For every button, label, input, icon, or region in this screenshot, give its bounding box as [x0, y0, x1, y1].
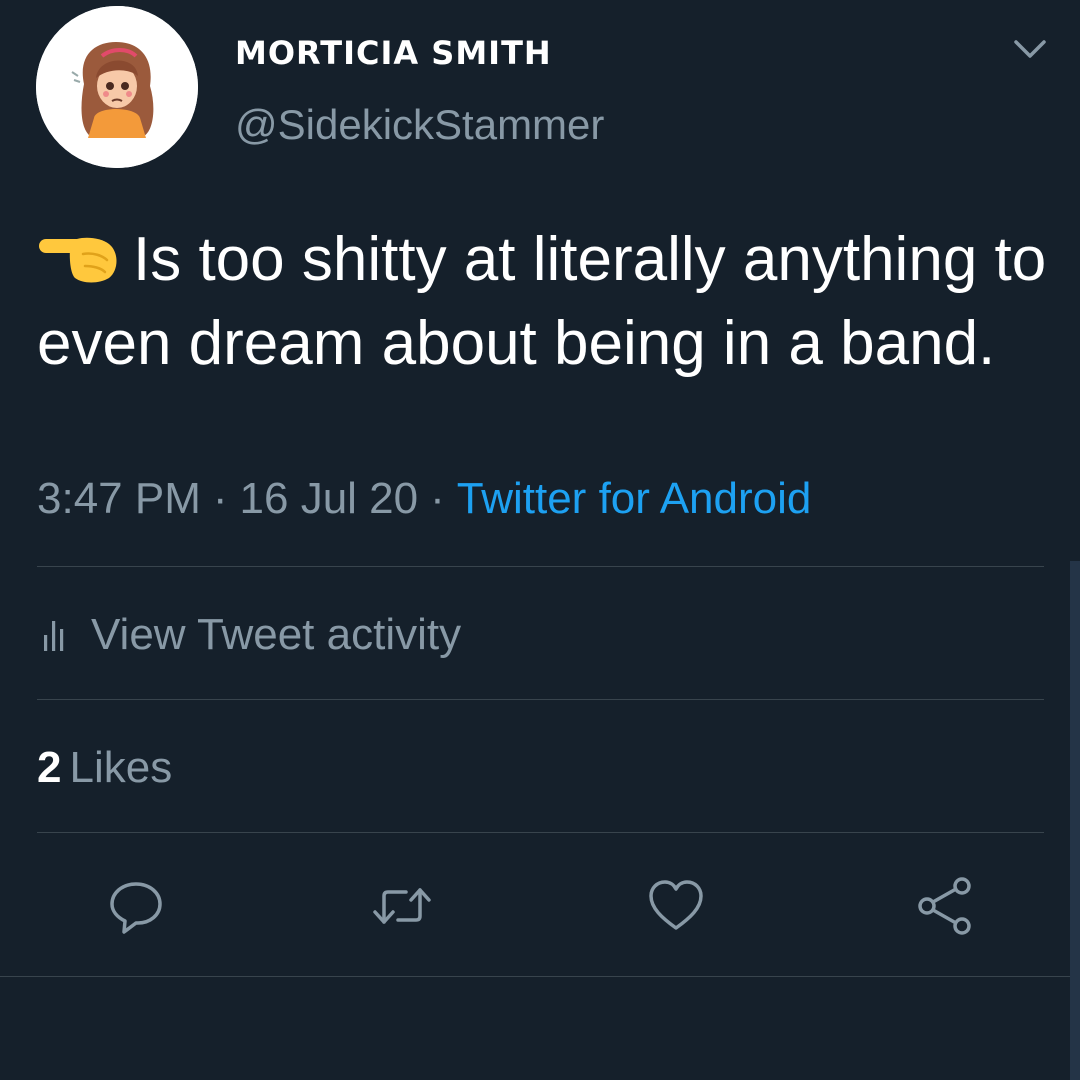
divider: [37, 832, 1044, 833]
like-icon: [649, 880, 703, 930]
tweet-body: Is too shitty at literally anything to e…: [37, 225, 1047, 378]
likes-count-link[interactable]: 2 Likes: [37, 743, 172, 793]
separator-dot: ·: [430, 474, 445, 523]
author-handle[interactable]: @SidekickStammer: [235, 101, 604, 149]
reply-button[interactable]: [106, 876, 166, 936]
reply-icon: [110, 882, 162, 934]
share-button[interactable]: [914, 876, 974, 936]
tweet-source-link[interactable]: Twitter for Android: [457, 474, 812, 523]
view-tweet-activity-label: View Tweet activity: [91, 610, 462, 659]
like-button[interactable]: [646, 876, 706, 936]
author-display-name[interactable]: MORTICIA SMITH: [235, 34, 552, 72]
backhand-index-pointing-right-icon: [37, 222, 119, 283]
tweet-metadata: 3:47 PM · 16 Jul 20 · Twitter for Android: [37, 474, 811, 524]
divider: [37, 566, 1044, 567]
view-tweet-activity-button[interactable]: View Tweet activity: [43, 610, 461, 660]
bar-chart-icon: [44, 621, 64, 651]
avatar-image: [36, 6, 198, 168]
share-icon: [918, 877, 971, 935]
retweet-button[interactable]: [372, 876, 432, 936]
avatar[interactable]: [36, 6, 198, 168]
tweet-text: Is too shitty at literally anything to e…: [37, 218, 1052, 386]
divider: [0, 976, 1080, 977]
scrollbar[interactable]: [1070, 561, 1080, 1080]
retweet-icon: [373, 888, 431, 924]
likes-count: 2: [37, 743, 62, 792]
tweet-date: 16 Jul 20: [239, 474, 419, 523]
separator-dot: ·: [212, 474, 228, 523]
divider: [37, 699, 1044, 700]
likes-label: Likes: [69, 743, 173, 792]
tweet-time: 3:47 PM: [37, 474, 201, 523]
chevron-down-icon[interactable]: [1010, 36, 1050, 62]
